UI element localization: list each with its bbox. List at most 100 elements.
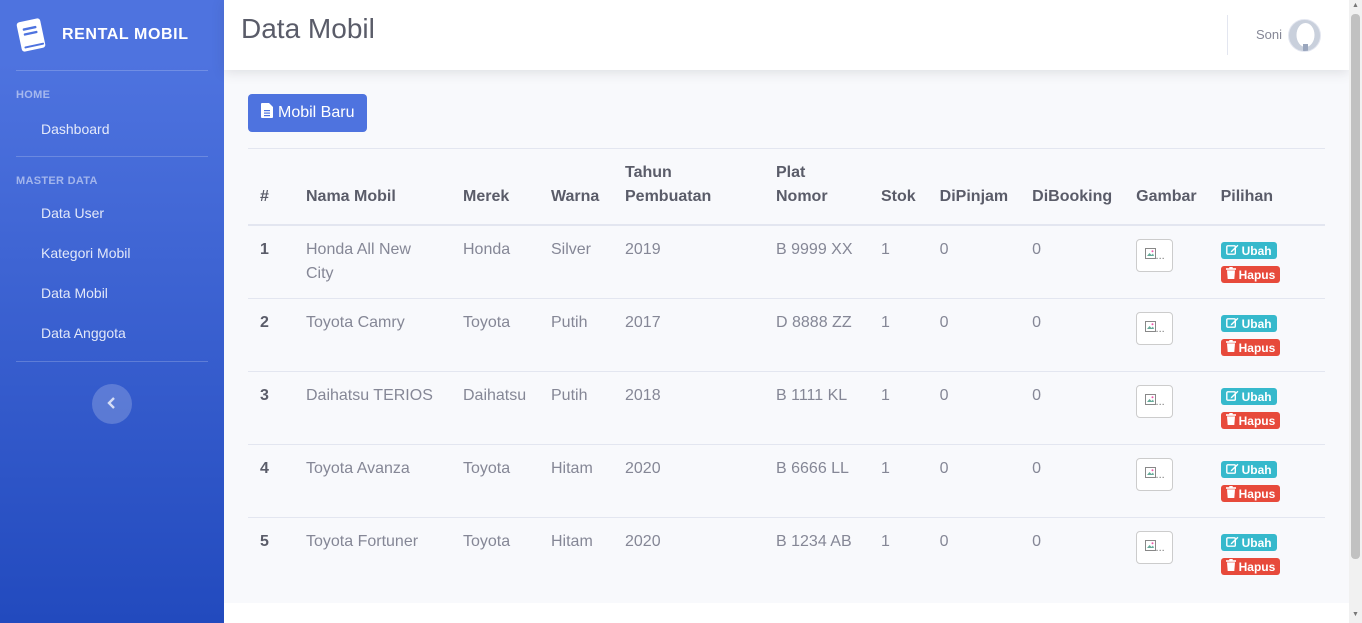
table-row: 4 Toyota Avanza Toyota Hitam 2020 B 6666…	[248, 444, 1325, 518]
column-header-gambar: Gambar	[1124, 148, 1209, 226]
sidebar-item-data-anggota[interactable]: Data Anggota	[0, 313, 224, 353]
car-image-alt: ...	[1155, 541, 1165, 554]
cell-nama-mobil: Toyota Fortuner	[294, 517, 451, 591]
broken-image-icon	[1144, 390, 1156, 414]
sidebar-item-kategori-mobil[interactable]: Kategori Mobil	[0, 233, 224, 273]
cell-plat: D 8888 ZZ	[764, 298, 869, 372]
cell-tahun: 2020	[613, 444, 764, 518]
avatar[interactable]	[1288, 19, 1321, 52]
cell-dipinjam: 0	[927, 444, 1021, 518]
cell-dibooking: 0	[1020, 444, 1125, 518]
cell-warna: Silver	[539, 224, 613, 299]
delete-button[interactable]: Hapus	[1220, 412, 1281, 429]
cell-plat: B 6666 LL	[764, 444, 869, 518]
delete-label: Hapus	[1238, 486, 1276, 501]
cell-stok: 1	[869, 224, 928, 299]
cell-plat: B 1234 AB	[764, 517, 869, 591]
cell-warna: Putih	[539, 298, 613, 372]
row-number: 2	[248, 298, 294, 372]
car-image[interactable]: ...	[1136, 312, 1174, 345]
cell-pilihan: Ubah Hapus	[1208, 517, 1325, 591]
edit-button[interactable]: Ubah	[1220, 315, 1277, 332]
cell-pilihan: Ubah Hapus	[1208, 298, 1325, 372]
brand-name: RENTAL MOBIL	[62, 26, 189, 43]
car-image[interactable]: ...	[1136, 458, 1174, 491]
user-name[interactable]: Soni	[1256, 27, 1282, 42]
edit-label: Ubah	[1241, 462, 1272, 477]
edit-button[interactable]: Ubah	[1220, 461, 1277, 478]
delete-button[interactable]: Hapus	[1220, 339, 1281, 356]
sidebar-toggle-button[interactable]	[92, 384, 132, 424]
cell-nama-mobil: Honda All New City	[294, 224, 451, 299]
car-image-alt: ...	[1155, 249, 1165, 262]
cell-warna: Hitam	[539, 444, 613, 518]
column-header-dipinjam: DiPinjam	[927, 148, 1021, 226]
delete-label: Hapus	[1238, 340, 1276, 355]
cell-tahun: 2020	[613, 517, 764, 591]
cell-merek: Daihatsu	[451, 371, 539, 445]
file-icon	[261, 103, 273, 123]
footer-area	[224, 603, 1349, 623]
trash-icon	[1225, 409, 1236, 433]
sidebar-item-dashboard[interactable]: Dashboard	[0, 109, 224, 149]
delete-button[interactable]: Hapus	[1220, 485, 1281, 502]
cell-stok: 1	[869, 298, 928, 372]
delete-button[interactable]: Hapus	[1220, 558, 1281, 575]
broken-image-icon	[1144, 536, 1156, 560]
cell-warna: Putih	[539, 371, 613, 445]
column-header-nama-mobil: Nama Mobil	[294, 148, 451, 226]
column-header-merek: Merek	[451, 148, 539, 226]
cell-merek: Toyota	[451, 444, 539, 518]
cell-tahun: 2017	[613, 298, 764, 372]
brand[interactable]: RENTAL MOBIL	[0, 0, 224, 70]
edit-button[interactable]: Ubah	[1220, 388, 1277, 405]
scroll-thumb[interactable]	[1351, 14, 1360, 559]
cell-gambar: ...	[1124, 371, 1209, 445]
cell-dipinjam: 0	[927, 517, 1021, 591]
table-row: 5 Toyota Fortuner Toyota Hitam 2020 B 12…	[248, 517, 1325, 591]
sidebar-heading-home: HOME	[16, 89, 51, 101]
cell-merek: Honda	[451, 224, 539, 299]
edit-button[interactable]: Ubah	[1220, 242, 1277, 259]
new-car-button[interactable]: Mobil Baru	[248, 94, 368, 132]
column-header-pilihan: Pilihan	[1208, 148, 1325, 226]
column-header-tahun-pembuatan: Tahun Pembuatan	[613, 148, 764, 226]
column-header-plat-nomor: Plat Nomor	[764, 148, 869, 226]
sidebar-heading-master-data: MASTER DATA	[16, 175, 98, 187]
cell-tahun: 2019	[613, 224, 764, 299]
edit-button[interactable]: Ubah	[1220, 534, 1277, 551]
scrollbar[interactable]: ▲ ▼	[1349, 0, 1362, 623]
car-image[interactable]: ...	[1136, 239, 1174, 272]
edit-icon	[1225, 312, 1239, 336]
row-number: 5	[248, 517, 294, 591]
sidebar: RENTAL MOBIL HOME Dashboard MASTER DATA …	[0, 0, 224, 623]
scroll-up-icon[interactable]: ▲	[1351, 2, 1360, 12]
column-header-warna: Warna	[539, 148, 613, 226]
edit-label: Ubah	[1241, 316, 1272, 331]
cell-dibooking: 0	[1020, 371, 1125, 445]
sidebar-item-data-mobil[interactable]: Data Mobil	[0, 273, 224, 313]
edit-label: Ubah	[1241, 535, 1272, 550]
delete-label: Hapus	[1238, 267, 1276, 282]
column-header-dibooking: DiBooking	[1020, 148, 1125, 226]
cell-tahun: 2018	[613, 371, 764, 445]
topbar: Data Mobil Soni	[224, 0, 1349, 70]
book-icon	[14, 16, 48, 54]
car-image-alt: ...	[1155, 322, 1165, 335]
cell-gambar: ...	[1124, 517, 1209, 591]
car-image[interactable]: ...	[1136, 385, 1174, 418]
column-header-number: #	[248, 148, 294, 226]
cell-nama-mobil: Toyota Avanza	[294, 444, 451, 518]
cell-stok: 1	[869, 444, 928, 518]
car-image[interactable]: ...	[1136, 531, 1174, 564]
cell-warna: Hitam	[539, 517, 613, 591]
chevron-left-icon	[107, 396, 117, 412]
sidebar-item-data-user[interactable]: Data User	[0, 193, 224, 233]
row-number: 3	[248, 371, 294, 445]
edit-icon	[1225, 385, 1239, 409]
delete-button[interactable]: Hapus	[1220, 266, 1281, 283]
cell-plat: B 9999 XX	[764, 224, 869, 299]
scroll-down-icon[interactable]: ▼	[1351, 611, 1360, 621]
cell-plat: B 1111 KL	[764, 371, 869, 445]
cell-stok: 1	[869, 371, 928, 445]
